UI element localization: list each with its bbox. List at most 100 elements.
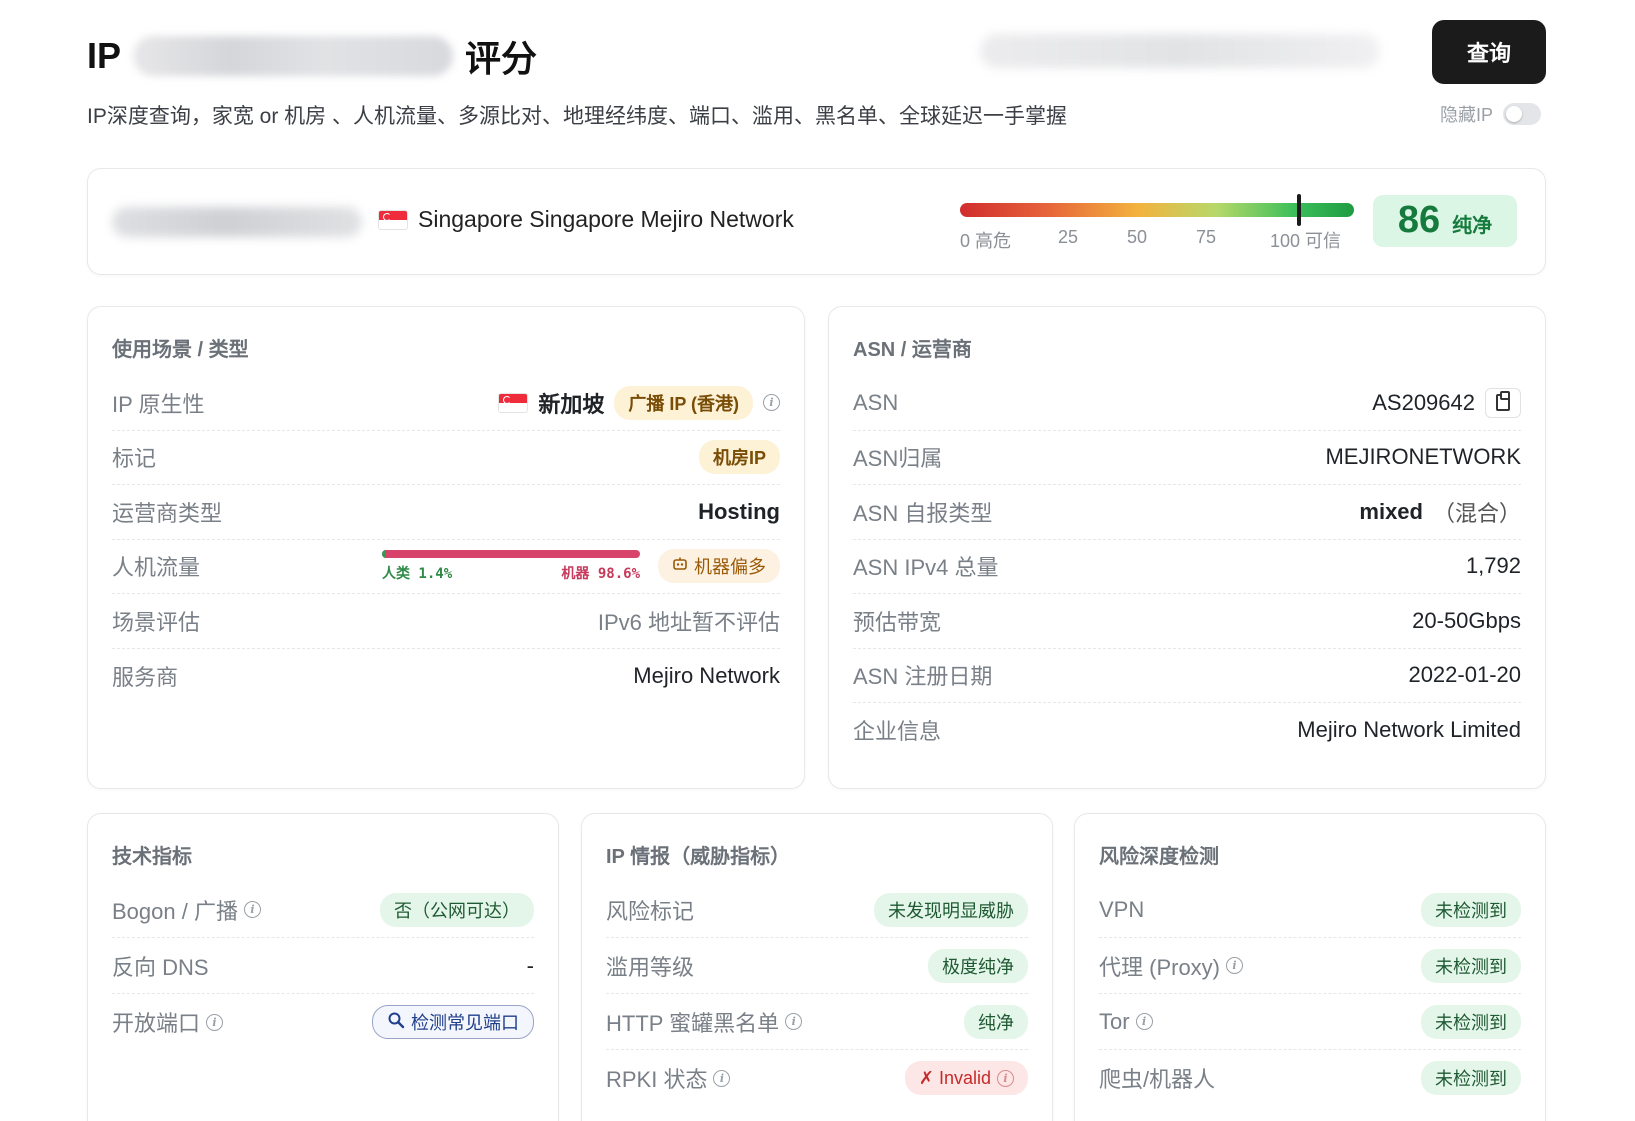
row-native: IP 原生性 新加坡 广播 IP (香港) i xyxy=(112,376,780,431)
gauge-needle xyxy=(1296,194,1301,226)
row-vpn: VPN 未检测到 xyxy=(1099,882,1521,938)
copy-button[interactable] xyxy=(1485,387,1521,418)
bogon-label: Bogon / 广播 xyxy=(112,898,238,924)
row-label: Bogon / 广播 i xyxy=(112,894,261,926)
row-bandwidth: 预估带宽 20-50Gbps xyxy=(853,594,1521,649)
row-label: ASN 注册日期 xyxy=(853,664,993,690)
info-icon[interactable]: i xyxy=(763,394,780,412)
info-icon[interactable]: i xyxy=(785,1013,803,1030)
blurred-ip-address xyxy=(112,207,362,237)
info-icon[interactable]: i xyxy=(1226,957,1244,974)
robot-icon xyxy=(672,556,688,577)
title-prefix: IP xyxy=(87,35,122,76)
info-icon[interactable]: i xyxy=(243,901,261,918)
row-label: 预估带宽 xyxy=(853,609,942,635)
row-label: 反向 DNS xyxy=(112,954,209,980)
info-icon[interactable]: i xyxy=(206,1013,224,1031)
hide-ip-toggle[interactable] xyxy=(1503,103,1542,125)
row-honeypot: HTTP 蜜罐黑名单 i 纯净 xyxy=(606,994,1028,1050)
crawler-badge: 未检测到 xyxy=(1421,1061,1521,1095)
magnifier-icon xyxy=(387,1011,405,1034)
traffic-bar-wrap: 人类 1.4% 机器 98.6% xyxy=(382,549,640,583)
row-bogon: Bogon / 广播 i 否（公网可达） xyxy=(112,882,534,938)
rpki-badge: ✗ Invalid i xyxy=(904,1061,1028,1095)
ip-summary-card: Singapore Singapore Mejiro Network 0 高危 … xyxy=(87,168,1546,275)
gauge-label-75: 75 xyxy=(1196,227,1217,247)
row-traffic: 人机流量 人类 1.4% 机器 98.6% 机器偏多 xyxy=(112,540,780,594)
row-value: Mejiro Network xyxy=(633,662,780,688)
row-label: HTTP 蜜罐黑名单 i xyxy=(606,1006,803,1038)
page-subtitle: IP深度查询，家宽 or 机房 、人机流量、多源比对、地理经纬度、端口、滥用、黑… xyxy=(87,105,1068,128)
bot-heavy-label: 机器偏多 xyxy=(694,557,766,578)
row-value: 20-50Gbps xyxy=(1412,607,1521,633)
selftype-value: mixed xyxy=(1359,498,1423,524)
page-title: IP 评分 xyxy=(87,30,537,82)
row-value: mixed （混合） xyxy=(1359,496,1521,528)
row-mark: 标记 机房IP xyxy=(112,431,780,485)
row-value: 1,792 xyxy=(1465,553,1521,579)
row-label: 场景评估 xyxy=(112,609,201,635)
singapore-flag-icon xyxy=(378,210,408,230)
row-risk-mark: 风险标记 未发现明显威胁 xyxy=(606,882,1028,938)
info-icon[interactable]: i xyxy=(997,1069,1014,1087)
proxy-label: 代理 (Proxy) xyxy=(1099,954,1221,980)
row-asn: ASN AS209642 xyxy=(853,376,1521,431)
row-label: 服务商 xyxy=(112,664,179,690)
row-label: IP 原生性 xyxy=(112,391,205,417)
info-icon[interactable]: i xyxy=(1135,1013,1153,1030)
row-label: ASN归属 xyxy=(853,446,943,472)
gauge-labels: 0 高危 25 50 75 100 可信 xyxy=(960,227,1360,251)
panel-title: 风险深度检测 xyxy=(1099,846,1219,868)
query-button[interactable]: 查询 xyxy=(1432,20,1546,84)
row-label: 风险标记 xyxy=(606,898,695,924)
row-label: ASN IPv4 总量 xyxy=(853,555,999,581)
row-regdate: ASN 注册日期 2022-01-20 xyxy=(853,649,1521,703)
row-label: ASN 自报类型 xyxy=(853,500,993,526)
info-icon[interactable]: i xyxy=(713,1069,731,1087)
panel-title: 使用场景 / 类型 xyxy=(112,339,249,361)
row-value: 2022-01-20 xyxy=(1408,662,1521,688)
row-label: 运营商类型 xyxy=(112,500,223,526)
native-country: 新加坡 xyxy=(538,391,605,417)
row-owner: ASN归属 MEJIRONETWORK xyxy=(853,431,1521,485)
gauge-label-50: 50 xyxy=(1127,227,1148,247)
gauge-label-25: 25 xyxy=(1058,227,1079,247)
row-label: 开放端口 i xyxy=(112,1006,224,1038)
row-value: 新加坡 广播 IP (香港) i xyxy=(498,385,780,420)
row-label: VPN xyxy=(1099,896,1145,922)
row-value: Hosting xyxy=(698,498,780,524)
traffic-bar xyxy=(382,549,640,558)
gauge-label-100: 100 可信 xyxy=(1270,231,1342,251)
panel-title: IP 情报（威胁指标） xyxy=(606,846,791,868)
row-rpki: RPKI 状态 i ✗ Invalid i xyxy=(606,1050,1028,1106)
location-text: Singapore Singapore Mejiro Network xyxy=(418,206,794,232)
title-suffix: 评分 xyxy=(465,38,538,79)
row-ipv4-total: ASN IPv4 总量 1,792 xyxy=(853,540,1521,594)
threat-intel-panel: IP 情报（威胁指标） 风险标记 未发现明显威胁 滥用等级 极度纯净 HTTP … xyxy=(581,813,1053,1121)
score-value: 86 xyxy=(1397,199,1441,241)
row-selftype: ASN 自报类型 mixed （混合） xyxy=(853,485,1521,540)
broadcast-ip-badge: 广播 IP (香港) xyxy=(614,385,753,420)
row-value: - xyxy=(526,952,534,978)
risk-badge: 未发现明显威胁 xyxy=(874,892,1028,927)
row-label: 爬虫/机器人 xyxy=(1099,1067,1216,1092)
row-label: 人机流量 xyxy=(112,555,201,581)
asn-number: AS209642 xyxy=(1372,389,1475,415)
bogon-badge: 否（公网可达） xyxy=(380,892,534,927)
gauge-label-0: 0 高危 xyxy=(960,231,1012,251)
hide-ip-label: 隐藏IP xyxy=(1440,105,1494,125)
human-traffic-fill xyxy=(382,549,386,558)
datacenter-badge: 机房IP xyxy=(698,440,780,475)
row-value: IPv6 地址暂不评估 xyxy=(597,609,780,635)
scan-ports-button[interactable]: 检测常见端口 xyxy=(372,1005,534,1039)
trust-score-gauge xyxy=(960,194,1354,226)
ip-search-input[interactable] xyxy=(980,34,1380,68)
row-carrier-type: 运营商类型 Hosting xyxy=(112,485,780,540)
row-value: Mejiro Network Limited xyxy=(1297,717,1521,743)
ports-label: 开放端口 xyxy=(112,1011,201,1036)
row-scene: 场景评估 IPv6 地址暂不评估 xyxy=(112,594,780,649)
row-label: RPKI 状态 i xyxy=(606,1062,731,1094)
score-label: 纯净 xyxy=(1452,215,1493,237)
honeypot-label: HTTP 蜜罐黑名单 xyxy=(606,1010,780,1036)
row-provider: 服务商 Mejiro Network xyxy=(112,649,780,704)
